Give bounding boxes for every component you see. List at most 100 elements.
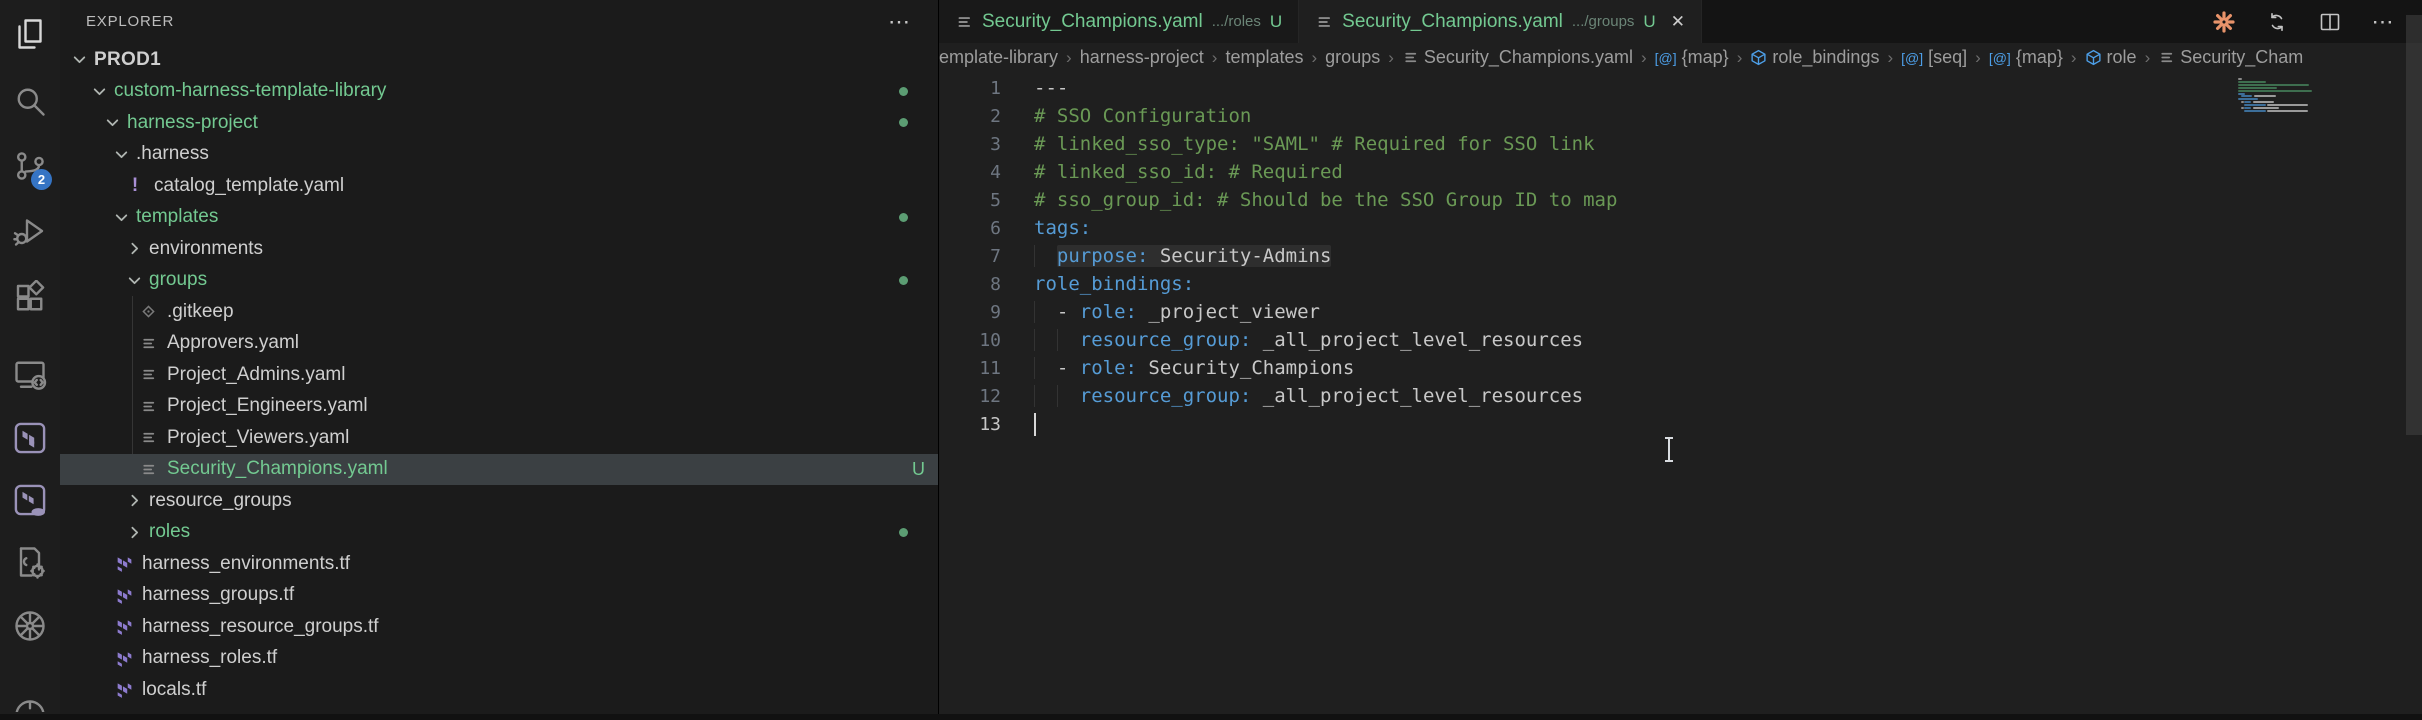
activity-item-kubernetes[interactable] [0, 600, 60, 652]
editor-action-assistant[interactable] [2211, 9, 2237, 35]
code-line-2[interactable]: 2# SSO Configuration [939, 102, 2292, 130]
terraform-cloud-icon [12, 482, 48, 518]
token-cmt: # linked_sso_id: # Required [1034, 161, 1343, 183]
activity-item-bottom-partial[interactable] [0, 668, 60, 720]
tree-file-locals.tf[interactable]: locals.tf [60, 674, 938, 706]
minimap[interactable] [2238, 78, 2342, 198]
activity-item-terraform[interactable] [0, 412, 60, 464]
tree-folder-roles[interactable]: roles [60, 517, 938, 549]
breadcrumb-item[interactable]: groups [1325, 47, 1380, 68]
terraform-file-icon [113, 587, 133, 604]
breadcrumb-item[interactable]: [@]{map} [1655, 47, 1729, 68]
code-line-6[interactable]: 6tags: [939, 214, 2292, 242]
editor-scrollbar[interactable] [2406, 15, 2422, 435]
editor-action-split-editor[interactable] [2317, 9, 2343, 35]
tree-item-label: harness_groups.tf [142, 584, 294, 606]
tree-item-label: Security_Champions.yaml [167, 458, 388, 480]
breadcrumb-item[interactable]: harness-project [1080, 47, 1204, 68]
breadcrumb-item[interactable]: Security_Cham [2158, 47, 2303, 68]
editor-action-open-changes[interactable] [2264, 9, 2290, 35]
tab-Security_Champions.yaml[interactable]: Security_Champions.yaml.../rolesU [939, 0, 1299, 43]
yaml-file-icon [955, 13, 973, 31]
activity-item-terraform-cloud[interactable] [0, 474, 60, 526]
tree-file-catalog_template.yaml[interactable]: !catalog_template.yaml [60, 170, 938, 202]
tree-file-harness_resource_groups.tf[interactable]: harness_resource_groups.tf [60, 611, 938, 643]
code-line-3[interactable]: 3# linked_sso_type: "SAML" # Required fo… [939, 130, 2292, 158]
breadcrumb-item[interactable]: [@]{map} [1989, 47, 2063, 68]
token-key: tags: [1034, 217, 1091, 239]
explorer-more-actions-button[interactable]: ⋯ [888, 17, 910, 27]
breadcrumb-item[interactable]: Security_Champions.yaml [1402, 47, 1633, 68]
code-line-5[interactable]: 5# sso_group_id: # Should be the SSO Gro… [939, 186, 2292, 214]
token-cmt: # sso_group_id: # Should be the SSO Grou… [1034, 189, 1617, 211]
tree-folder-.harness[interactable]: .harness [60, 139, 938, 171]
indent-guide [1057, 329, 1058, 351]
breadcrumb-separator-icon: › [2071, 48, 2077, 68]
activity-item-search[interactable] [0, 75, 60, 127]
breadcrumb-item[interactable]: role [2085, 47, 2137, 68]
tree-file-harness_roles.tf[interactable]: harness_roles.tf [60, 643, 938, 675]
tree-folder-environments[interactable]: environments [60, 233, 938, 265]
code-line-12[interactable]: 12 resource_group: _all_project_level_re… [939, 382, 2292, 410]
breadcrumb-label: {map} [2016, 47, 2063, 68]
activity-item-run-debug[interactable] [0, 205, 60, 257]
code-line-9[interactable]: 9 - role: _project_viewer [939, 298, 2292, 326]
tree-file-Project_Admins.yaml[interactable]: Project_Admins.yaml [60, 359, 938, 391]
files-icon [12, 16, 48, 52]
tree-file-Project_Viewers.yaml[interactable]: Project_Viewers.yaml [60, 422, 938, 454]
tree-file-harness_groups.tf[interactable]: harness_groups.tf [60, 580, 938, 612]
breadcrumb-separator-icon: › [1066, 48, 1072, 68]
code-editor[interactable]: 1---2# SSO Configuration3# linked_sso_ty… [939, 72, 2422, 714]
breadcrumb-item[interactable]: role_bindings [1750, 47, 1879, 68]
code-line-13[interactable]: 13 [939, 410, 2292, 438]
tree-folder-custom-harness-template-library[interactable]: custom-harness-template-library [60, 76, 938, 108]
code-line-1[interactable]: 1--- [939, 74, 2292, 102]
code-line-7[interactable]: 7 purpose: Security-Admins [939, 242, 2292, 270]
explorer-sidebar: EXPLORER ⋯ PROD1custom-harness-template-… [60, 0, 939, 714]
tree-file-Approvers.yaml[interactable]: Approvers.yaml [60, 328, 938, 360]
tree-file-.gitkeep[interactable]: .gitkeep [60, 296, 938, 328]
breadcrumb-item[interactable]: emplate-library [939, 47, 1058, 68]
tree-folder-templates[interactable]: templates [60, 202, 938, 234]
tab-filename: Security_Champions.yaml [1342, 11, 1563, 33]
token-val: Security-Admins [1148, 245, 1331, 267]
tab-close-button[interactable]: ✕ [1671, 12, 1685, 32]
chevron-down-icon [71, 51, 88, 68]
tree-folder-harness-project[interactable]: harness-project [60, 107, 938, 139]
code-line-4[interactable]: 4# linked_sso_id: # Required [939, 158, 2292, 186]
tree-item-label: custom-harness-template-library [114, 80, 386, 102]
tab-Security_Champions.yaml-active[interactable]: Security_Champions.yaml.../groupsU✕ [1299, 0, 1702, 43]
activity-item-explorer[interactable] [0, 8, 60, 60]
tree-folder-groups[interactable]: groups [60, 265, 938, 297]
code-line-8[interactable]: 8role_bindings: [939, 270, 2292, 298]
token-key: resource_group: [1080, 329, 1252, 351]
tree-file-partial[interactable] [60, 706, 938, 715]
git-change-dot [899, 87, 908, 96]
activity-item-source-control[interactable]: 2 [0, 140, 60, 192]
breadcrumb-item[interactable]: templates [1225, 47, 1303, 68]
activity-item-code-config[interactable] [0, 536, 60, 588]
editor-action-more-actions[interactable]: ⋯ [2370, 9, 2396, 35]
tree-file-Project_Engineers.yaml[interactable]: Project_Engineers.yaml [60, 391, 938, 423]
tree-folder-resource_groups[interactable]: resource_groups [60, 485, 938, 517]
tree-file-Security_Champions.yaml[interactable]: Security_Champions.yamlU [60, 454, 938, 486]
tree-item-label: Project_Viewers.yaml [167, 427, 349, 449]
tree-folder-PROD1[interactable]: PROD1 [60, 44, 938, 76]
git-change-dot [899, 118, 908, 127]
chevron-down-icon [113, 209, 130, 226]
code-config-icon [12, 544, 48, 580]
breadcrumb-item[interactable]: [@][seq] [1901, 47, 1967, 68]
token-val: _all_project_level_resources [1251, 385, 1583, 407]
vscode-window: 2 EXPLORER ⋯ PROD1custom-harness-templat… [0, 0, 2422, 714]
tab-directory-hint: .../roles [1212, 13, 1261, 30]
code-line-10[interactable]: 10 resource_group: _all_project_level_re… [939, 326, 2292, 354]
code-line-11[interactable]: 11 - role: Security_Champions [939, 354, 2292, 382]
scm-badge: 2 [31, 169, 52, 190]
tree-file-harness_environments.tf[interactable]: harness_environments.tf [60, 548, 938, 580]
line-content: # linked_sso_id: # Required [1034, 161, 1343, 183]
token-key: resource_group: [1080, 385, 1252, 407]
breadcrumb-label: {map} [1682, 47, 1729, 68]
activity-item-extensions[interactable] [0, 272, 60, 324]
activity-item-remote-explorer[interactable] [0, 348, 60, 400]
warning-icon: ! [125, 175, 145, 197]
